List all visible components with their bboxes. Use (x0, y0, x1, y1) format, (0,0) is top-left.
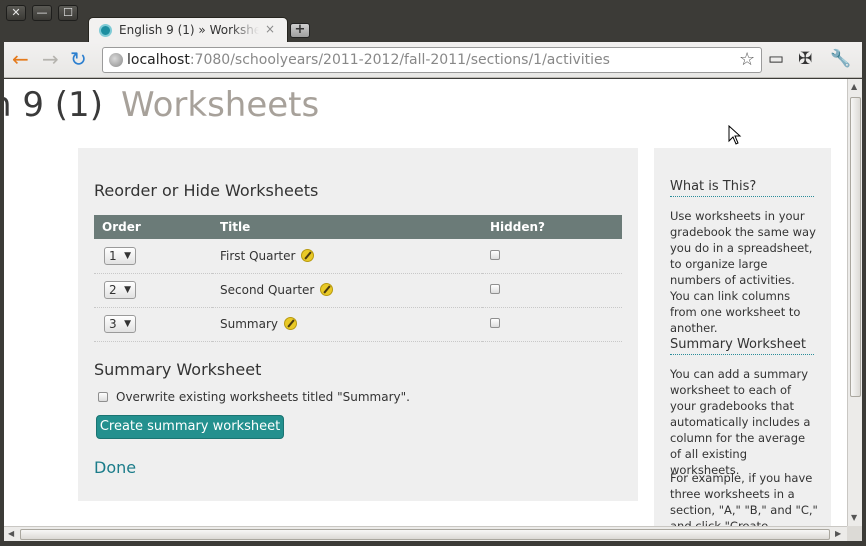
url-text: localhost:7080/schoolyears/2011-2012/fal… (127, 52, 610, 68)
globe-icon (109, 53, 123, 67)
edit-pencil-icon[interactable] (301, 248, 315, 262)
favicon-icon (99, 24, 112, 37)
vertical-scrollbar[interactable]: ▲ ▼ (847, 79, 862, 526)
overwrite-label: Overwrite existing worksheets titled "Su… (116, 390, 410, 404)
back-arrow-icon[interactable]: ← (12, 48, 29, 70)
order-select[interactable]: 2 ▼ (104, 281, 136, 299)
dropdown-arrow-icon: ▼ (124, 285, 131, 295)
bookmark-star-icon[interactable]: ☆ (739, 49, 755, 70)
section-name: h 9 (1) (4, 85, 103, 125)
vertical-scroll-thumb[interactable] (850, 97, 861, 397)
table-row: 1 ▼ First Quarter (94, 239, 622, 274)
new-tab-button[interactable]: + (290, 23, 310, 38)
order-select[interactable]: 3 ▼ (104, 315, 136, 333)
help-sidebar: What is This? Use worksheets in your gra… (654, 148, 831, 526)
pin-icon[interactable]: ✠ (798, 49, 812, 69)
overwrite-checkbox[interactable] (98, 392, 108, 402)
horizontal-scroll-thumb[interactable] (20, 529, 830, 540)
order-select[interactable]: 1 ▼ (104, 246, 136, 265)
dropdown-arrow-icon: ▼ (124, 319, 131, 329)
forward-arrow-icon[interactable]: → (42, 48, 59, 70)
summary-help-title: Summary Worksheet (670, 337, 814, 355)
scroll-left-icon[interactable]: ◀ (8, 529, 14, 538)
worksheet-title: Summary (220, 317, 278, 331)
table-row: 3 ▼ Summary (94, 307, 622, 342)
tab-worksheets[interactable]: English 9 (1) » Worksheets × (88, 17, 288, 43)
edit-pencil-icon[interactable] (283, 317, 297, 330)
reorder-title: Reorder or Hide Worksheets (94, 181, 319, 200)
page-viewport: h 9 (1) Worksheets Reorder or Hide Worksh… (4, 79, 847, 526)
create-summary-button[interactable]: Create summary worksheet (96, 415, 284, 439)
scroll-up-icon[interactable]: ▲ (851, 82, 857, 91)
what-is-this-text: Use worksheets in your gradebook the sam… (670, 209, 816, 335)
dropdown-arrow-icon: ▼ (124, 250, 131, 261)
summary-worksheet-title: Summary Worksheet (94, 360, 262, 379)
address-bar[interactable]: localhost:7080/schoolyears/2011-2012/fal… (102, 47, 762, 73)
wrench-icon[interactable]: 🔧 (830, 49, 851, 69)
example-help-text: For example, if you have three worksheet… (670, 471, 818, 526)
screen-icon[interactable]: ▭ (768, 49, 784, 69)
browser-window: ✕ — ☐ English 9 (1) » Worksheets × + ← →… (0, 0, 866, 546)
scroll-right-icon[interactable]: ▶ (835, 529, 841, 538)
overwrite-option: Overwrite existing worksheets titled "Su… (98, 390, 410, 404)
header-title: Title (212, 215, 482, 239)
table-header-row: Order Title Hidden? (94, 215, 622, 239)
scroll-down-icon[interactable]: ▼ (851, 513, 857, 522)
done-link[interactable]: Done (94, 458, 136, 477)
worksheet-title: Second Quarter (220, 283, 315, 297)
scrollbar-corner (847, 526, 862, 541)
header-order: Order (94, 215, 212, 239)
mouse-cursor-icon (728, 125, 742, 145)
reload-icon[interactable]: ↻ (70, 48, 87, 70)
hidden-checkbox[interactable] (490, 249, 500, 260)
worksheets-table: Order Title Hidden? 1 ▼ First Quarter 2 ▼ … (94, 215, 622, 342)
tab-title: English 9 (1) » Worksheets (119, 23, 259, 37)
page-title: h 9 (1) Worksheets (4, 85, 319, 125)
worksheets-heading: Worksheets (120, 85, 320, 125)
table-row: 2 ▼ Second Quarter (94, 273, 622, 308)
hidden-checkbox[interactable] (490, 318, 500, 328)
tab-strip: English 9 (1) » Worksheets × + (0, 0, 866, 43)
header-hidden: Hidden? (482, 215, 622, 239)
tab-close-icon[interactable]: × (265, 22, 275, 36)
browser-toolbar: ← → ↻ localhost:7080/schoolyears/2011-20… (4, 42, 862, 78)
worksheet-title: First Quarter (220, 248, 296, 263)
what-is-this-title: What is This? (670, 179, 814, 197)
summary-help-text: You can add a summary worksheet to each … (670, 367, 811, 477)
horizontal-scrollbar[interactable]: ◀ ▶ (4, 526, 847, 541)
edit-pencil-icon[interactable] (320, 283, 334, 296)
reorder-panel: Reorder or Hide Worksheets Order Title H… (78, 148, 638, 501)
hidden-checkbox[interactable] (490, 284, 500, 294)
